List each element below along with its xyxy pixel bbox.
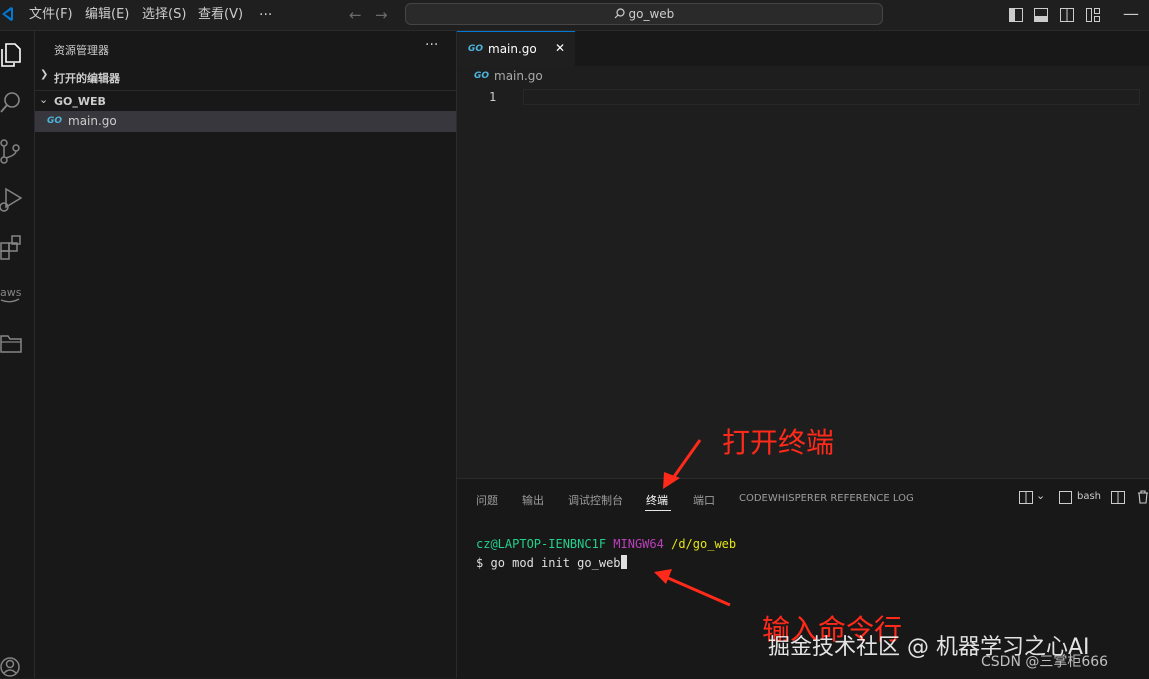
close-icon[interactable]: ✕ [555, 41, 565, 55]
menu-edit[interactable]: 编辑(E) [85, 0, 129, 30]
tab-ports[interactable]: 端口 [693, 492, 715, 508]
terminal-cursor [620, 555, 627, 569]
extensions-icon[interactable] [0, 234, 22, 260]
go-file-icon: GO [468, 44, 484, 54]
chevron-down-icon: ⌄ [39, 93, 49, 106]
tab-debug-console[interactable]: 调试控制台 [568, 492, 623, 508]
go-file-icon: GO [47, 116, 63, 126]
activity-bar: aws [0, 31, 35, 678]
back-arrow-icon[interactable]: ← [349, 6, 362, 24]
active-tab-underline [645, 510, 671, 511]
breadcrumb[interactable]: GO main.go [457, 66, 657, 88]
terminal-input-line[interactable]: $ go mod init go_web [476, 555, 627, 570]
customize-layout-icon[interactable] [1086, 8, 1100, 22]
terminal-command: go mod init go_web [490, 556, 621, 570]
chevron-down-icon[interactable]: ⌄ [1036, 489, 1045, 502]
open-editors-section[interactable]: ❯ 打开的编辑器 [35, 66, 456, 88]
folder-label: GO_WEB [54, 95, 106, 108]
command-center-search[interactable]: go_web [405, 3, 883, 25]
line-number: 1 [489, 90, 497, 104]
search-icon[interactable] [0, 91, 22, 115]
tab-codewhisperer-log[interactable]: CODEWHISPERER REFERENCE LOG [739, 493, 914, 504]
terminal-env: MINGW64 [613, 537, 664, 551]
open-editors-label: 打开的编辑器 [54, 72, 120, 85]
terminal-path: /d/go_web [671, 537, 737, 551]
run-debug-icon[interactable] [0, 187, 22, 213]
forward-arrow-icon[interactable]: → [375, 6, 388, 24]
minimize-icon[interactable]: — [1123, 4, 1139, 23]
menu-selection[interactable]: 选择(S) [142, 0, 186, 30]
tab-main-go[interactable]: GO main.go ✕ [457, 31, 575, 66]
menu-file[interactable]: 文件(F) [29, 0, 73, 30]
tab-terminal[interactable]: 终端 [646, 492, 668, 508]
tab-problems[interactable]: 问题 [476, 492, 498, 508]
terminal-shell-icon [1059, 491, 1072, 504]
toggle-panel-icon[interactable] [1034, 8, 1048, 22]
account-icon[interactable] [0, 656, 22, 678]
search-icon [614, 8, 625, 19]
tab-label: main.go [488, 42, 537, 56]
trash-icon[interactable] [1137, 490, 1149, 504]
split-terminal-icon[interactable] [1019, 491, 1033, 504]
sidebar-more-icon[interactable]: ··· [425, 37, 438, 53]
toggle-primary-sidebar-icon[interactable] [1009, 8, 1023, 22]
terminal-prompt: $ [476, 556, 484, 570]
watermark-csdn: CSDN @三掌柜666 [981, 654, 1109, 670]
folder-icon[interactable] [0, 332, 22, 354]
annotation-open-terminal: 打开终端 [722, 426, 835, 459]
terminal-user-host: cz@LAPTOP-IENBNC1F [476, 537, 607, 551]
split-icon[interactable] [1111, 491, 1125, 504]
terminal-prompt-line: cz@LAPTOP-IENBNC1F MINGW64 /d/go_web [476, 537, 736, 551]
menu-more[interactable]: ··· [259, 0, 272, 30]
folder-section-go-web[interactable]: ⌄ GO_WEB [35, 90, 456, 111]
explorer-sidebar: 资源管理器 ··· ❯ 打开的编辑器 ⌄ GO_WEB GO main.go [35, 31, 457, 678]
toggle-secondary-sidebar-icon[interactable] [1060, 8, 1074, 22]
file-label: main.go [68, 114, 117, 128]
explorer-icon[interactable] [0, 43, 22, 67]
sidebar-title: 资源管理器 [54, 44, 109, 57]
source-control-icon[interactable] [0, 139, 22, 165]
svg-text:aws: aws [0, 286, 22, 299]
shell-label[interactable]: bash [1077, 491, 1101, 502]
chevron-right-icon: ❯ [40, 69, 49, 80]
tab-output[interactable]: 输出 [522, 492, 544, 508]
search-text: go_web [628, 7, 675, 21]
aws-icon[interactable]: aws [0, 283, 24, 305]
current-line-highlight [523, 89, 1140, 105]
go-file-icon: GO [474, 71, 490, 81]
title-bar: 文件(F) 编辑(E) 选择(S) 查看(V) ··· ← → go_web — [0, 0, 1149, 31]
file-item-main-go[interactable]: GO main.go [35, 111, 456, 132]
breadcrumb-file: main.go [494, 69, 543, 83]
menu-view[interactable]: 查看(V) [198, 0, 243, 30]
vscode-logo-icon [2, 7, 13, 21]
